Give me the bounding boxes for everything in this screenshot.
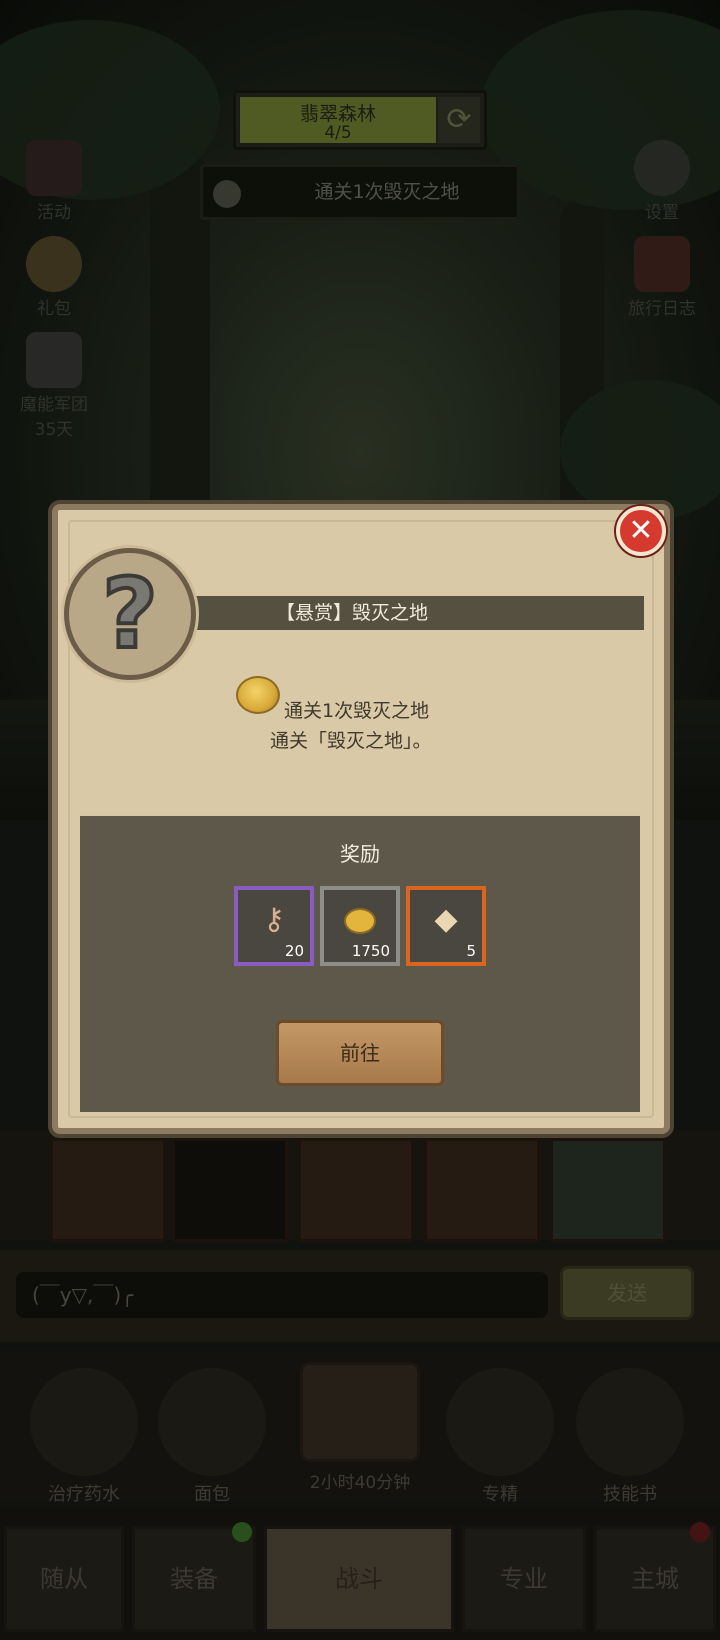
reward-count: 1750 [351, 942, 390, 960]
quest-objective: 通关1次毁灭之地 [284, 700, 430, 722]
coin-icon [236, 676, 280, 714]
dialog-title: 【悬赏】毁灭之地 [196, 596, 644, 630]
crate-icon: ◆ [434, 902, 458, 937]
reward-item[interactable]: 1750 [320, 886, 400, 966]
reward-title: 奖励 [340, 842, 380, 866]
reward-count: 20 [284, 942, 304, 960]
key-icon: ⚷ [263, 902, 285, 937]
quest-portrait: ? [64, 548, 196, 680]
reward-item[interactable]: ◆ 5 [406, 886, 486, 966]
close-icon[interactable]: ✕ [616, 506, 666, 556]
quest-description: 通关「毁灭之地」。 [270, 730, 432, 752]
go-button[interactable]: 前往 [276, 1020, 444, 1086]
game-screen: 翡翠森林 4/5 ⟳ 通关1次毁灭之地 活动 礼包 魔能军团 35天 设置 旅行… [0, 0, 720, 1640]
reward-item[interactable]: ⚷ 20 [234, 886, 314, 966]
coin-icon [324, 890, 396, 950]
reward-panel: 奖励 ⚷ 20 1750 ◆ 5 前往 [80, 812, 640, 1112]
question-mark-icon: ? [100, 556, 160, 672]
reward-count: 5 [466, 942, 476, 960]
